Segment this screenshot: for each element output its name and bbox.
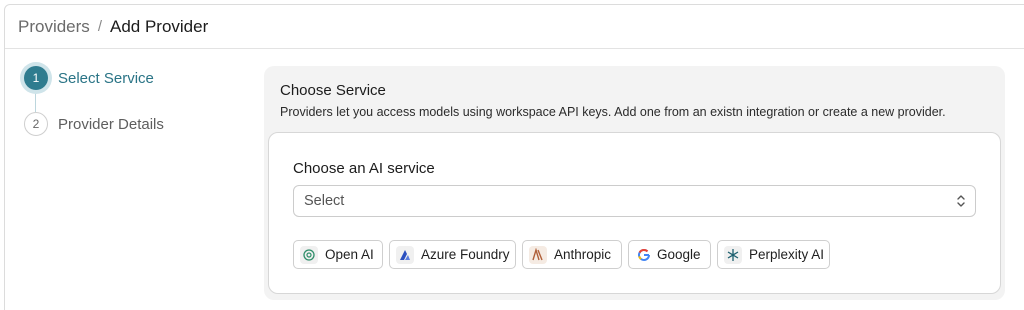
step-select-service[interactable]: 1 Select Service — [24, 66, 154, 90]
page-title: Add Provider — [109, 16, 209, 36]
option-label: Open AI — [325, 247, 374, 262]
step-number-badge: 1 — [24, 66, 48, 90]
breadcrumb: Providers / Add Provider — [18, 17, 208, 37]
select-value: Select — [304, 193, 345, 209]
option-label: Azure Foundry — [421, 247, 510, 262]
panel-description: Providers let you access models using wo… — [280, 105, 946, 119]
option-perplexity-button[interactable]: Perplexity AI — [717, 240, 830, 269]
anthropic-icon — [529, 245, 547, 264]
service-field-label: Choose an AI service — [293, 160, 435, 177]
step-provider-details[interactable]: 2 Provider Details — [24, 112, 164, 136]
option-label: Google — [657, 247, 701, 262]
option-azure-foundry-button[interactable]: Azure Foundry — [389, 240, 516, 269]
step-label: Select Service — [58, 69, 154, 87]
option-label: Perplexity AI — [749, 247, 825, 262]
azure-icon — [396, 245, 414, 264]
service-selection-card: Choose an AI service Select Open AI Azur… — [268, 132, 1001, 294]
option-openai-button[interactable]: Open AI — [293, 240, 383, 269]
option-anthropic-button[interactable]: Anthropic — [522, 240, 622, 269]
ai-service-select[interactable]: Select — [293, 185, 976, 217]
openai-icon — [300, 245, 318, 264]
option-label: Anthropic — [554, 247, 612, 262]
breadcrumb-providers-link[interactable]: Providers — [18, 17, 90, 37]
option-google-button[interactable]: Google — [628, 240, 711, 269]
step-connector — [35, 92, 36, 112]
page-header: Providers / Add Provider — [5, 5, 1024, 49]
chevron-updown-icon — [957, 195, 965, 207]
google-icon — [635, 245, 653, 264]
panel-title: Choose Service — [280, 82, 386, 99]
breadcrumb-separator: / — [97, 18, 102, 35]
perplexity-icon — [724, 245, 742, 264]
step-number-badge: 2 — [24, 112, 48, 136]
step-label: Provider Details — [58, 115, 164, 133]
